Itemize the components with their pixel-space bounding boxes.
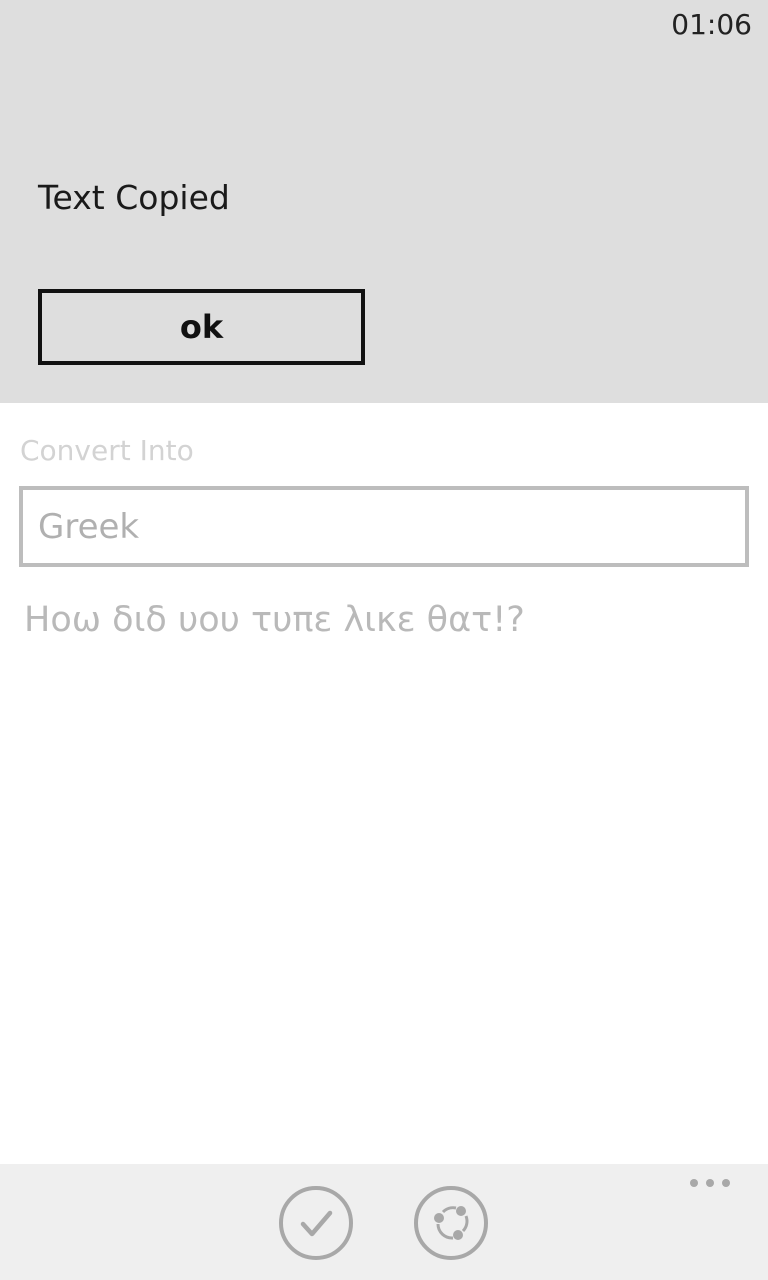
check-button[interactable] xyxy=(278,1185,354,1261)
language-picker[interactable]: Greek xyxy=(19,486,749,567)
convert-into-label: Convert Into xyxy=(20,434,194,467)
app-bar xyxy=(0,1164,768,1280)
language-value: Greek xyxy=(38,506,140,547)
ellipsis-icon xyxy=(690,1179,698,1187)
ellipsis-icon xyxy=(706,1179,714,1187)
share-button[interactable] xyxy=(413,1185,489,1261)
check-icon xyxy=(279,1186,353,1260)
converted-text: Ηοω διδ υου τυπε λικε θατ!? xyxy=(24,600,525,640)
more-options-button[interactable] xyxy=(690,1179,730,1187)
screen: 01:06 Text Copied ok Convert Into Greek … xyxy=(0,0,768,1280)
share-icon xyxy=(414,1186,488,1260)
ok-button[interactable]: ok xyxy=(38,289,365,365)
status-clock: 01:06 xyxy=(671,8,752,41)
message-box: 01:06 Text Copied ok xyxy=(0,0,768,403)
ellipsis-icon xyxy=(722,1179,730,1187)
dialog-message: Text Copied xyxy=(38,178,230,217)
